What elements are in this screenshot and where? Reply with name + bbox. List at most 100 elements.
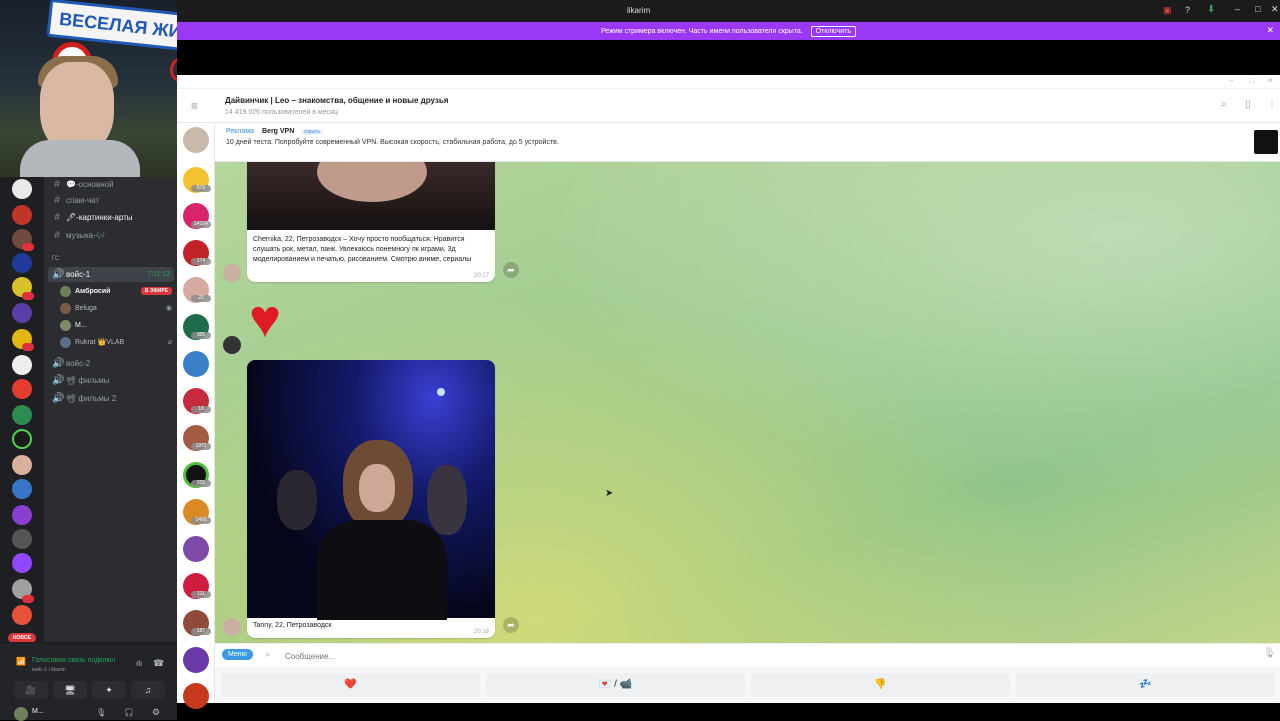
like-button[interactable]: ❤️: [221, 673, 480, 697]
bot-menu-button[interactable]: Меню: [222, 649, 253, 660]
headphones-icon[interactable]: 🎧: [124, 708, 134, 717]
search-icon[interactable]: ⌕: [1221, 99, 1227, 110]
message-bubble[interactable]: Chernika, 22, Петрозаводск – Хочу просто…: [247, 162, 495, 282]
server-icon[interactable]: [12, 455, 32, 475]
dialog-avatar[interactable]: [183, 647, 209, 673]
help-icon[interactable]: ?: [1185, 5, 1190, 15]
message-composer: Меню ⌕ 🎙: [215, 643, 1280, 667]
sender-avatar[interactable]: [223, 618, 241, 636]
avatar[interactable]: [14, 707, 28, 721]
sleep-button[interactable]: 💤: [1016, 673, 1275, 697]
dialog-avatar[interactable]: [183, 536, 209, 562]
unread-count: 305: [191, 332, 211, 339]
dislike-button[interactable]: 👎: [751, 673, 1010, 697]
channel-item[interactable]: # 💬-основной: [48, 177, 174, 192]
channel-item[interactable]: # 🖊-картинки-арты: [48, 210, 174, 225]
ad-name: Berg VPN: [262, 128, 295, 135]
disconnect-icon[interactable]: ☎: [153, 658, 164, 669]
voice-user[interactable]: M...: [60, 318, 172, 332]
close-icon[interactable]: ✕: [1267, 76, 1274, 85]
server-icon[interactable]: [12, 303, 32, 323]
menu-icon[interactable]: ≡: [191, 99, 198, 113]
voice-channel[interactable]: 🔊 📽 фильмы: [48, 373, 174, 388]
screenshare-button[interactable]: 🖥: [53, 681, 87, 699]
mic-icon[interactable]: 🎙: [96, 708, 106, 717]
dialog-avatar[interactable]: [183, 351, 209, 377]
heart-sticker[interactable]: ♥: [249, 289, 281, 349]
server-icon[interactable]: [12, 379, 32, 399]
server-icon[interactable]: [12, 355, 32, 375]
voice-channel[interactable]: 🔊 📽 фильмы 2: [48, 391, 174, 406]
chat-area: Chernika, 22, Петрозаводск – Хочу просто…: [215, 162, 1280, 643]
spacer: [177, 40, 1280, 75]
close-icon[interactable]: ✕: [1271, 4, 1279, 15]
message-input[interactable]: [285, 648, 1185, 664]
chat-title[interactable]: Дайвинчик | Leo – знакомства, общение и …: [225, 96, 448, 105]
message-photo[interactable]: [247, 162, 495, 230]
server-icon[interactable]: [12, 605, 32, 625]
microphone-icon[interactable]: 🎙: [1263, 648, 1276, 659]
message-time: 20:17: [473, 273, 489, 279]
message-photo[interactable]: [247, 360, 495, 620]
server-icon[interactable]: [12, 179, 32, 199]
sender-avatar[interactable]: [223, 264, 241, 282]
message-video-button[interactable]: 💌 / 📹: [486, 673, 745, 697]
ad-image[interactable]: [1254, 130, 1278, 154]
noise-icon[interactable]: ılı: [136, 659, 142, 668]
dialog-avatar[interactable]: [183, 683, 209, 709]
minimize-icon[interactable]: –: [1229, 76, 1233, 85]
close-banner-icon[interactable]: ✕: [1266, 25, 1274, 36]
download-icon[interactable]: ⬇: [1207, 4, 1215, 15]
voice-channel-active[interactable]: 🔊 войс-1 7:11:13: [48, 267, 174, 282]
category-label: ГС: [52, 255, 60, 262]
gear-icon[interactable]: ⚙: [152, 707, 160, 718]
channel-item[interactable]: # спам-чат: [48, 193, 174, 208]
maximize-icon[interactable]: □: [1249, 76, 1254, 85]
server-icon[interactable]: [12, 405, 32, 425]
server-icon[interactable]: [12, 205, 32, 225]
camera-button[interactable]: 🎥: [14, 681, 48, 699]
voice-channel[interactable]: 🔊 войс-2: [48, 356, 174, 371]
speaker-icon: 🔊: [52, 358, 65, 369]
server-icon[interactable]: [12, 429, 32, 449]
soundboard-button[interactable]: ♫: [131, 681, 165, 699]
server-icon[interactable]: [12, 479, 32, 499]
maximize-icon[interactable]: □: [1255, 4, 1260, 14]
forward-icon[interactable]: ➦: [503, 617, 519, 633]
ad-hide-button[interactable]: скрыть: [301, 129, 323, 135]
disable-streamer-button[interactable]: Отключить: [810, 25, 857, 37]
mouse-cursor: ➤: [605, 488, 614, 499]
unread-count: 18: [191, 406, 211, 413]
sender-avatar[interactable]: [223, 336, 241, 354]
window-title: likarim: [627, 6, 651, 15]
stream-icon[interactable]: ▣: [1163, 5, 1172, 16]
voice-timer: 7:11:13: [147, 271, 170, 278]
server-icon[interactable]: [12, 529, 32, 549]
dialog-list: 573 14104 174 22 305 18 1972 205 1490 11…: [177, 123, 215, 709]
unread-badge: [22, 595, 34, 603]
discord-panel: НОВОЕ # 💬-основной # спам-чат # 🖊-картинки-…: [0, 177, 177, 721]
minimize-icon[interactable]: –: [1235, 4, 1240, 14]
more-icon[interactable]: ⋮: [1267, 99, 1277, 110]
message-bubble[interactable]: Tanny, 22, Петрозаводск 20:18: [247, 360, 495, 638]
voice-user[interactable]: Амбросий В ЭФИРЕ: [60, 284, 172, 298]
activity-button[interactable]: ✦: [92, 681, 126, 699]
server-icon[interactable]: [12, 253, 32, 273]
channel-label: музыка-🎶: [66, 231, 106, 240]
channel-label: 🖊-картинки-арты: [66, 213, 133, 222]
voice-user[interactable]: Beluga ◉: [60, 301, 172, 315]
category-header[interactable]: ГС: [48, 251, 174, 266]
twitch-icon[interactable]: [12, 553, 32, 573]
window-titlebar: likarim ▣ ? ⬇ – □ ✕: [177, 0, 1280, 22]
speaker-icon: 🔊: [52, 269, 65, 280]
channel-item[interactable]: # музыка-🎶: [48, 228, 174, 243]
sponsored-bar[interactable]: Реклама Berg VPN скрыть 10 дней теста. П…: [215, 123, 1280, 162]
forward-icon[interactable]: ➦: [503, 262, 519, 278]
unread-count: 174: [191, 258, 211, 265]
voice-user[interactable]: Rukrat 👑VLAB ⌀: [60, 335, 172, 349]
sidebar-toggle-icon[interactable]: ▯: [1245, 99, 1251, 110]
avatar: [60, 302, 71, 314]
server-icon[interactable]: [12, 505, 32, 525]
attach-icon[interactable]: ⌕: [265, 649, 271, 660]
dialog-avatar[interactable]: [183, 127, 209, 153]
